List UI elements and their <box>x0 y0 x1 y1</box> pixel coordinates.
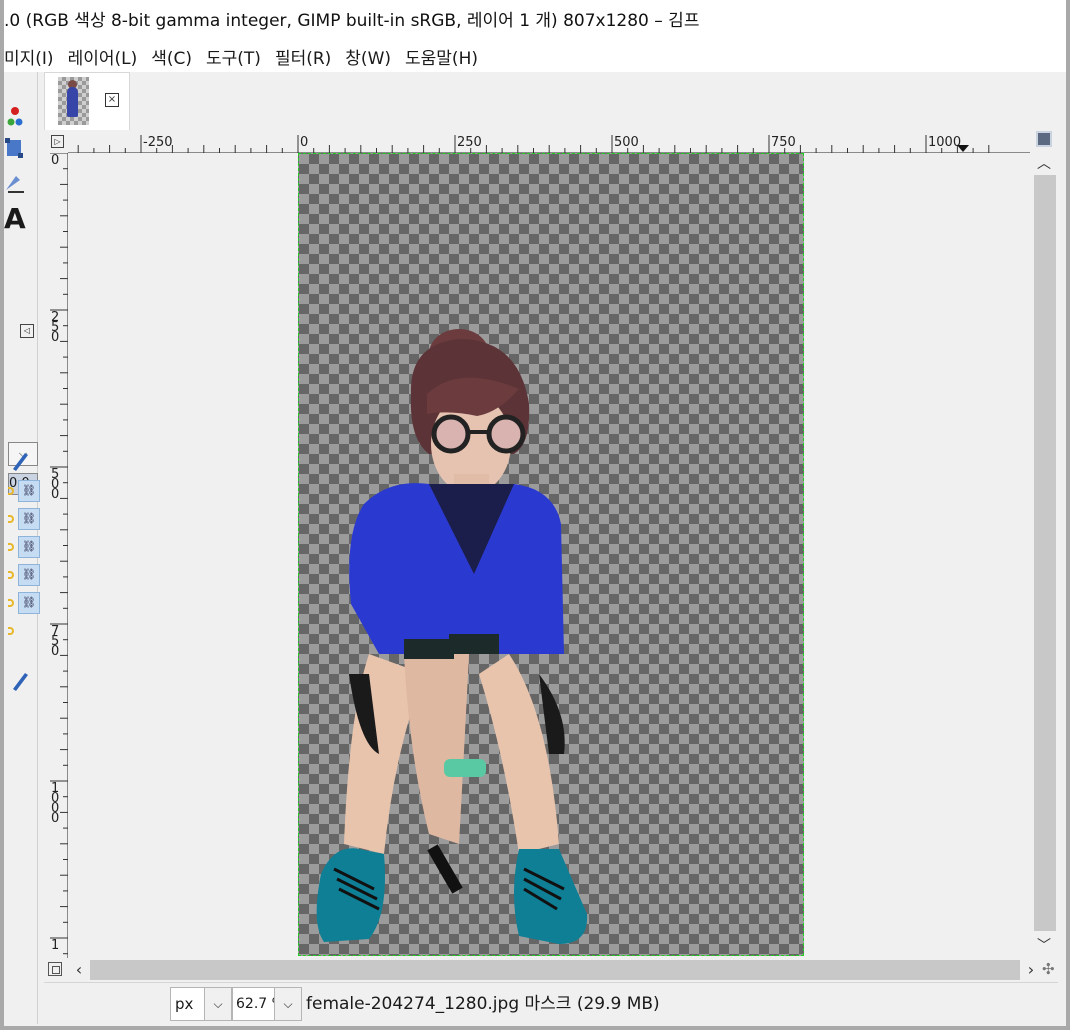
image-layer[interactable] <box>298 153 804 956</box>
vertical-ruler[interactable]: 0 250 500 750 1000 1 <box>48 153 68 958</box>
menu-arrow-icon[interactable]: ▷ <box>51 135 64 148</box>
navigate-icon[interactable] <box>1036 131 1052 147</box>
zoom-navigate-icon[interactable]: ✣ <box>1042 960 1060 978</box>
chevron-down-icon[interactable]: ⌵ <box>204 988 231 1020</box>
ruler-label: 500 <box>614 135 639 150</box>
horizontal-ruler-ticks: -250 0 250 500 750 1000 <box>77 135 990 153</box>
menu-filters[interactable]: 필터(R) <box>275 44 339 69</box>
text-tool-icon[interactable]: A <box>4 204 28 234</box>
pencil-icon[interactable] <box>10 450 30 472</box>
image-canvas[interactable] <box>68 153 1030 958</box>
ruler-label: 1 <box>51 938 59 953</box>
panel-collapse-icon[interactable]: ◁ <box>20 324 34 338</box>
toolbox: A ◁ ⌵ 0.0 ⛓ ⛓ ⛓ ⛓ ⛓ <box>4 72 40 1024</box>
close-icon[interactable]: × <box>105 93 119 107</box>
chevron-left-icon[interactable]: ‹ <box>68 958 90 982</box>
dynamics-row-5: ⛓ <box>8 592 40 614</box>
horizontal-scrollbar[interactable]: ‹ › <box>68 958 1034 982</box>
vertical-ruler-ticks: 0 2 5 0 5 0 0 7 5 0 1 0 0 0 1 <box>50 153 68 955</box>
dynamics-row-2: ⛓ <box>8 508 40 530</box>
vertical-scrollbar[interactable]: ︿ ﹀ <box>1030 153 1058 958</box>
chain-link-icon[interactable]: ⛓ <box>18 592 40 614</box>
menu-help[interactable]: 도움말(H) <box>405 44 486 69</box>
ruler-label: 500 <box>51 467 59 502</box>
ruler-label: -250 <box>143 135 173 150</box>
chevron-right-icon[interactable]: › <box>1020 958 1042 982</box>
horizontal-scroll-thumb[interactable] <box>90 960 1020 980</box>
ruler-label: 1000 <box>51 781 59 826</box>
status-bar: px ⌵ 62.7 % ⌵ female-204274_1280.jpg 마스크… <box>44 982 1058 1024</box>
menu-colors[interactable]: 색(C) <box>151 44 200 69</box>
menu-windows[interactable]: 창(W) <box>345 44 399 69</box>
chain-link-icon[interactable]: ⛓ <box>18 480 40 502</box>
image-thumbnail <box>58 77 89 125</box>
clone-tool-icon[interactable] <box>4 172 26 194</box>
status-message: female-204274_1280.jpg 마스크 (29.9 MB) <box>306 994 660 1014</box>
vertical-scroll-thumb[interactable] <box>1034 175 1056 931</box>
dynamics-row-3: ⛓ <box>8 536 40 558</box>
horizontal-ruler[interactable]: -250 0 250 500 750 1000 <box>68 133 1030 153</box>
chain-link-icon[interactable]: ⛓ <box>18 564 40 586</box>
menu-image[interactable]: 미지(I) <box>4 44 62 69</box>
window-title: .0 (RGB 색상 8-bit gamma integer, GIMP bui… <box>4 0 1066 40</box>
pencil-icon[interactable] <box>10 670 30 692</box>
ruler-label: 1000 <box>928 135 961 150</box>
ruler-label: 0 <box>51 153 59 168</box>
ruler-corner: ▷ <box>48 133 68 153</box>
image-tab-bar: × <box>44 72 1058 130</box>
transform-icon[interactable] <box>4 136 26 162</box>
ruler-label: 750 <box>771 135 796 150</box>
zoom-select[interactable]: 62.7 % ⌵ <box>232 987 302 1021</box>
menu-layer[interactable]: 레이어(L) <box>68 44 146 69</box>
fuzzy-select-icon[interactable] <box>6 104 24 130</box>
unit-value: px <box>175 995 194 1013</box>
chevron-up-icon[interactable]: ︿ <box>1030 153 1058 173</box>
ruler-label: 250 <box>51 310 59 345</box>
subject-photo <box>316 329 588 944</box>
quick-mask-toggle[interactable] <box>48 962 62 976</box>
unit-select[interactable]: px ⌵ <box>170 987 232 1021</box>
dynamics-row-4: ⛓ <box>8 564 40 586</box>
dynamics-row-1: ⛓ <box>8 480 40 502</box>
ruler-label: 250 <box>457 135 482 150</box>
menu-tools[interactable]: 도구(T) <box>206 44 269 69</box>
ruler-label: 750 <box>51 624 59 659</box>
chevron-down-icon[interactable]: ⌵ <box>274 988 301 1020</box>
ruler-label: 0 <box>300 135 308 150</box>
menu-bar: 미지(I) 레이어(L) 색(C) 도구(T) 필터(R) 창(W) 도움말(H… <box>4 40 1066 72</box>
chain-link-icon[interactable]: ⛓ <box>18 536 40 558</box>
chain-link-icon[interactable]: ⛓ <box>18 508 40 530</box>
image-tab[interactable]: × <box>44 72 130 130</box>
dynamics-row-6 <box>8 620 38 642</box>
chevron-down-icon[interactable]: ﹀ <box>1030 935 1058 955</box>
